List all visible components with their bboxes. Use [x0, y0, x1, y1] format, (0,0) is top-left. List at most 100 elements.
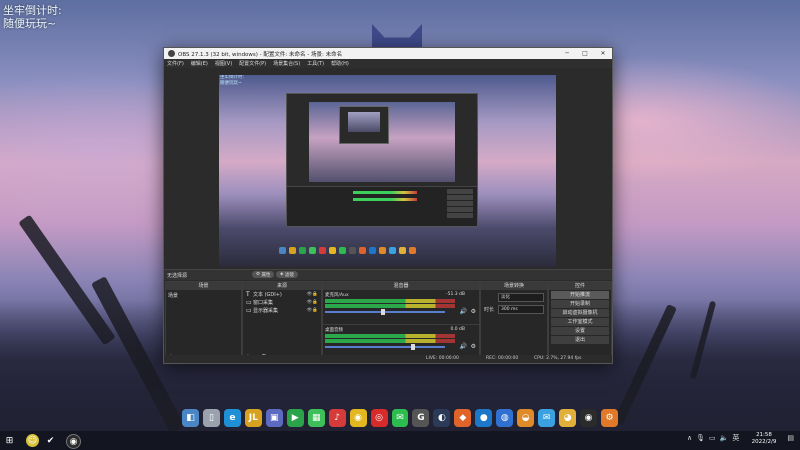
microphone-icon[interactable]: 🎙 [696, 434, 705, 442]
gear-icon[interactable]: ⚙ [471, 343, 476, 350]
properties-button-label: 属性 [261, 272, 271, 278]
studio-mode-button[interactable]: 工作室模式 [551, 318, 609, 326]
speaker-icon[interactable]: 🔊 [460, 308, 467, 315]
record-icon[interactable]: ● [475, 409, 493, 427]
scenes-panel: 场景 场景 +−∧∨ [165, 281, 242, 363]
notification-icon[interactable]: ▤ [787, 434, 794, 442]
duration-input[interactable]: 300 ms [498, 305, 544, 314]
gear-icon[interactable]: ⚙ [471, 308, 476, 315]
preview-inner-meter [353, 198, 417, 201]
start-streaming-button[interactable]: 开始推流 [551, 291, 609, 299]
face-app-icon[interactable]: ☺ [26, 434, 39, 447]
intellij-icon[interactable]: JL [244, 409, 262, 427]
trash-icon[interactable]: ▯ [202, 409, 220, 427]
volume-slider[interactable] [325, 346, 445, 348]
volume-icon[interactable]: 🔈 [720, 434, 729, 442]
volume-slider-handle[interactable] [411, 344, 415, 350]
preview-clock-text: 坐牢倒计时: 随便玩玩~ [220, 75, 244, 87]
display-capture-icon: ▭ [246, 307, 252, 314]
wechat-icon[interactable]: ✉ [391, 409, 409, 427]
menu-tools[interactable]: 工具(T) [307, 60, 324, 67]
music-icon[interactable]: ♪ [328, 409, 346, 427]
owl-icon[interactable]: ◕ [559, 409, 577, 427]
lock-icon[interactable]: 🔒 [312, 308, 318, 313]
preview-recursive-obs-window [286, 93, 478, 227]
steam-icon[interactable]: ◐ [433, 409, 451, 427]
pycharm-icon[interactable]: ▣ [265, 409, 283, 427]
edge-icon[interactable]: e [223, 409, 241, 427]
clock-icon[interactable]: G [412, 409, 430, 427]
close-icon[interactable]: ✕ [594, 50, 612, 57]
properties-button[interactable]: ⚙ 属性 [252, 271, 275, 278]
obs-titlebar[interactable]: OBS 27.1.3 (32 bit, windows) - 配置文件: 未命名… [164, 48, 612, 59]
start-menu-icon[interactable]: ⊞ [3, 434, 16, 447]
volume-meter [325, 334, 455, 338]
tray-chevron-icon[interactable]: ∧ [687, 434, 692, 442]
windows-taskbar: ⊞ ☺ ✔ ◉ ∧ 🎙 ▭ 🔈 英 ▤ 21:58 2022/2/9 [0, 431, 800, 450]
menu-scene-collection[interactable]: 场景集合(S) [273, 60, 300, 67]
preview-taskbar [279, 245, 479, 255]
source-item[interactable]: ▭ 窗口采集 👁 🔒 [246, 299, 318, 306]
finder-icon[interactable]: ◧ [182, 409, 199, 427]
exit-button[interactable]: 退出 [551, 336, 609, 344]
start-recording-button[interactable]: 开始录制 [551, 300, 609, 308]
volume-meter [325, 299, 455, 303]
netease-icon[interactable]: ◎ [370, 409, 388, 427]
transitions-panel-title: 场景转换 [481, 282, 547, 290]
language-icon[interactable]: 英 [732, 433, 739, 443]
play-icon[interactable]: ▶ [286, 409, 304, 427]
controls-panel: 控件 开始推流 开始录制 启动虚拟摄像机 工作室模式 设置 退出 [548, 281, 612, 363]
filters-button[interactable]: ◈ 滤镜 [276, 271, 298, 278]
window-capture-icon: ▭ [246, 299, 252, 306]
fox-icon[interactable]: ◆ [454, 409, 472, 427]
transition-type-row: 淡化 [484, 293, 544, 302]
source-item[interactable]: T 文本 (GDI+) 👁 🔒 [246, 291, 318, 298]
obs-preview-canvas[interactable]: 坐牢倒计时: 随便玩玩~ [219, 75, 556, 267]
filters-button-label: 滤镜 [284, 272, 294, 278]
speaker-icon[interactable]: 🔊 [460, 343, 467, 350]
menu-help[interactable]: 帮助(H) [331, 60, 349, 67]
menu-edit[interactable]: 编辑(E) [191, 60, 208, 67]
menu-file[interactable]: 文件(F) [167, 60, 184, 67]
preview-inner-window [339, 106, 389, 144]
volume-slider-handle[interactable] [381, 309, 385, 315]
source-item[interactable]: ▭ 显示器采集 👁 🔒 [246, 307, 318, 314]
start-virtual-camera-button[interactable]: 启动虚拟摄像机 [551, 309, 609, 317]
transition-type-select[interactable]: 淡化 [498, 293, 544, 302]
preview-clock-subtitle: 随便玩玩~ [220, 81, 242, 86]
desktop-clock-subtitle: 随便玩玩~ [3, 17, 57, 30]
chrome-icon[interactable]: ◉ [349, 409, 367, 427]
chart-icon[interactable]: ▦ [307, 409, 325, 427]
duration-label: 时长 [484, 307, 495, 313]
source-toolbar: 无选择源 ⚙ 属性 ◈ 滤镜 [164, 269, 612, 280]
browser-icon[interactable]: ◍ [496, 409, 514, 427]
lock-icon[interactable]: 🔒 [312, 300, 318, 305]
preview-inner-controls [447, 189, 473, 223]
maximize-icon[interactable]: □ [576, 50, 594, 57]
battery-icon[interactable]: ▭ [709, 434, 716, 442]
planet-icon[interactable]: ◒ [517, 409, 535, 427]
cpu-status: CPU: 2.7%, 27.94 fps [534, 356, 582, 361]
scene-list-item[interactable]: 场景 [168, 292, 239, 299]
lock-icon[interactable]: 🔒 [312, 292, 318, 297]
settings-icon[interactable]: ⚙ [601, 409, 619, 427]
menu-view[interactable]: 视图(V) [215, 60, 232, 67]
mixer-panel-title: 混音器 [323, 282, 479, 290]
minimize-icon[interactable]: ─ [558, 50, 576, 57]
obs-app-icon [168, 50, 175, 57]
scenes-panel-title: 场景 [166, 282, 241, 290]
audio-mixer-panel: 混音器 麦克风/Aux -51.3 dB 🔊 ⚙ 桌面音频 0.0 dB 🔊 ⚙ [322, 281, 480, 363]
live-status: LIVE: 00:00:00 [426, 356, 459, 361]
text-source-icon: T [246, 291, 250, 298]
obs-icon[interactable]: ◉ [580, 409, 598, 427]
settings-button[interactable]: 设置 [551, 327, 609, 335]
check-app-icon[interactable]: ✔ [44, 434, 57, 447]
obs-taskbar-icon[interactable]: ◉ [66, 434, 81, 449]
menu-profile[interactable]: 配置文件(P) [239, 60, 266, 67]
obs-window[interactable]: OBS 27.1.3 (32 bit, windows) - 配置文件: 未命名… [163, 47, 613, 364]
channel-db: -51.3 dB [445, 292, 465, 297]
mail-icon[interactable]: ✉ [538, 409, 556, 427]
taskbar-clock[interactable]: 21:58 2022/2/9 [744, 432, 784, 446]
volume-slider[interactable] [325, 311, 445, 313]
volume-meter [325, 339, 455, 343]
